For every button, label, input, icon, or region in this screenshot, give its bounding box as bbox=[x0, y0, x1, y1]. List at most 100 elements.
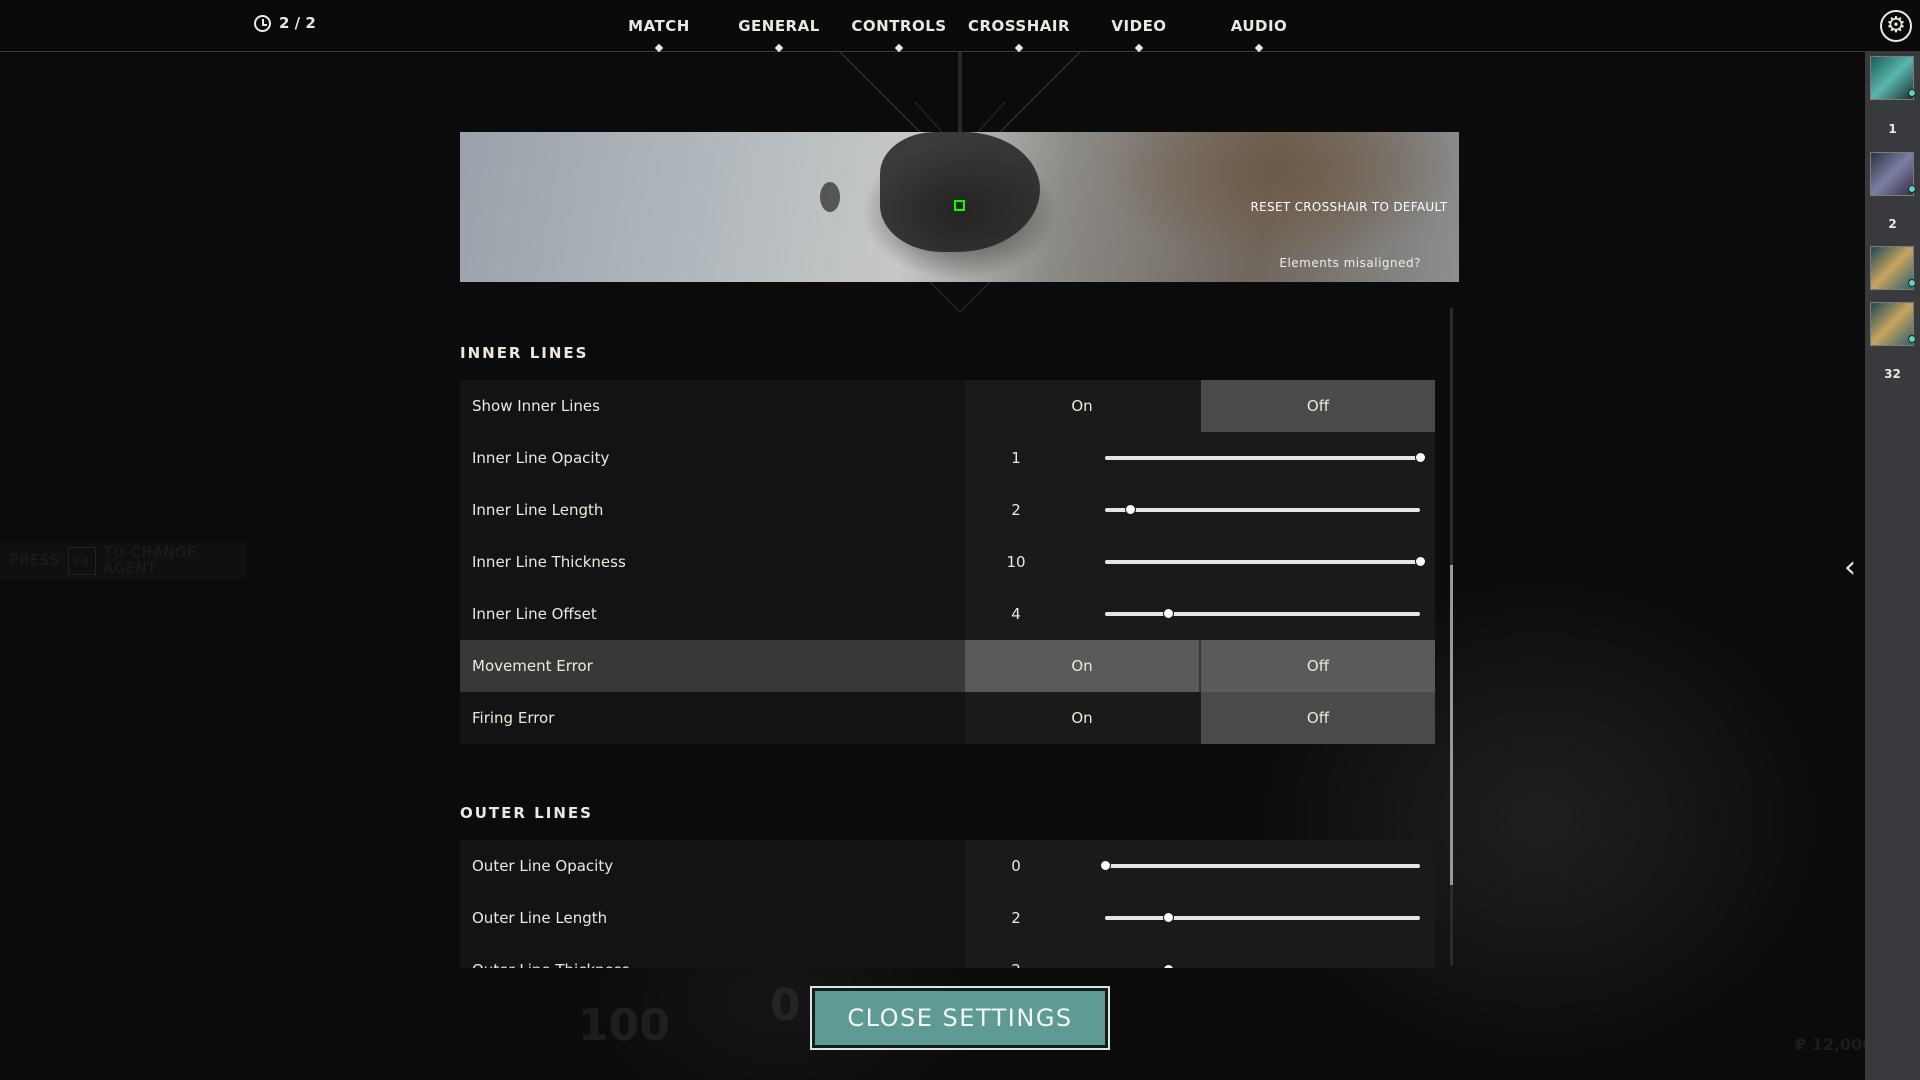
settings-list[interactable]: INNER LINES Show Inner Lines On Off Inne… bbox=[460, 312, 1435, 968]
avatar[interactable] bbox=[1870, 56, 1916, 100]
setting-label: Firing Error bbox=[472, 709, 555, 727]
tab-video[interactable]: VIDEO bbox=[1079, 0, 1199, 53]
diamond-icon bbox=[1254, 43, 1264, 53]
elements-misaligned-link[interactable]: Elements misaligned? bbox=[1279, 256, 1421, 270]
setting-label: Outer Line Length bbox=[472, 909, 608, 927]
setting-label: Outer Line Thickness bbox=[472, 944, 630, 968]
crosshair-preview: RESET CROSSHAIR TO DEFAULT Elements misa… bbox=[460, 132, 1459, 282]
setting-movement-error: Movement Error On Off bbox=[460, 640, 1435, 692]
chevron-left-icon[interactable]: ‹ bbox=[1844, 553, 1856, 583]
slider-group: 2 bbox=[965, 484, 1435, 536]
tab-label: CROSSHAIR bbox=[967, 17, 1071, 35]
slider-track[interactable] bbox=[1105, 504, 1420, 515]
online-status-icon bbox=[1908, 335, 1916, 343]
setting-label: Inner Line Offset bbox=[472, 605, 597, 623]
avatar[interactable] bbox=[1870, 302, 1916, 346]
avatar[interactable] bbox=[1870, 152, 1916, 196]
diamond-icon bbox=[894, 43, 904, 53]
toggle-on-button[interactable]: On bbox=[965, 380, 1199, 432]
social-sidebar bbox=[1865, 52, 1920, 1080]
clock-icon bbox=[254, 14, 271, 32]
preview-rock bbox=[880, 132, 1040, 252]
avatar-badge: 32 bbox=[1884, 367, 1901, 381]
tab-controls[interactable]: CONTROLS bbox=[839, 0, 959, 53]
tab-label: AUDIO bbox=[1230, 17, 1288, 35]
slider-group: 1 bbox=[965, 432, 1435, 484]
avatar-badge: 2 bbox=[1888, 217, 1897, 231]
preview-rock bbox=[820, 182, 840, 212]
hint-key: F4 bbox=[67, 547, 96, 575]
slider-thumb[interactable] bbox=[1415, 452, 1426, 463]
diamond-icon bbox=[1014, 43, 1024, 53]
setting-inner-line-offset: Inner Line Offset 4 bbox=[460, 588, 1435, 640]
slider-thumb[interactable] bbox=[1415, 556, 1426, 567]
toggle-on-button[interactable]: On bbox=[965, 640, 1199, 692]
slider-value[interactable]: 4 bbox=[965, 588, 1067, 640]
setting-inner-line-thickness: Inner Line Thickness 10 bbox=[460, 536, 1435, 588]
slider-value[interactable]: 10 bbox=[965, 536, 1067, 588]
hint-prefix: PRESS bbox=[10, 553, 60, 569]
setting-label: Show Inner Lines bbox=[472, 397, 600, 415]
scrollbar-thumb[interactable] bbox=[1450, 565, 1453, 885]
setting-label: Inner Line Length bbox=[472, 501, 604, 519]
setting-inner-line-length: Inner Line Length 2 bbox=[460, 484, 1435, 536]
slider-value[interactable]: 1 bbox=[965, 432, 1067, 484]
online-status-icon bbox=[1908, 279, 1916, 287]
slider-group: 2 bbox=[965, 944, 1435, 968]
tab-label: GENERAL bbox=[738, 17, 820, 35]
setting-label: Inner Line Thickness bbox=[472, 553, 626, 571]
slider-track[interactable] bbox=[1105, 608, 1420, 619]
tab-general[interactable]: GENERAL bbox=[719, 0, 839, 53]
reset-crosshair-button[interactable]: RESET CROSSHAIR TO DEFAULT bbox=[1239, 190, 1459, 224]
tab-audio[interactable]: AUDIO bbox=[1199, 0, 1319, 53]
tab-crosshair[interactable]: CROSSHAIR bbox=[959, 0, 1079, 53]
slider-thumb[interactable] bbox=[1125, 504, 1137, 515]
diamond-icon bbox=[654, 43, 664, 53]
hud-health: 100 bbox=[578, 1000, 670, 1051]
toggle-off-button[interactable]: Off bbox=[1201, 380, 1435, 432]
hint-suffix: TO CHANGE AGENT bbox=[103, 545, 197, 577]
round-counter: 2 / 2 bbox=[254, 14, 316, 32]
setting-outer-line-thickness: Outer Line Thickness 2 bbox=[460, 944, 1435, 968]
gear-icon[interactable]: ⚙ bbox=[1880, 10, 1912, 42]
online-status-icon bbox=[1908, 89, 1916, 97]
toggle-on-button[interactable]: On bbox=[965, 692, 1199, 744]
slider-group: 0 bbox=[965, 840, 1435, 892]
close-settings-button[interactable]: CLOSE SETTINGS bbox=[810, 986, 1110, 1050]
setting-inner-line-opacity: Inner Line Opacity 1 bbox=[460, 432, 1435, 484]
toggle-group: On Off bbox=[965, 692, 1435, 744]
round-counter-text: 2 / 2 bbox=[279, 14, 316, 32]
slider-value[interactable]: 2 bbox=[965, 484, 1067, 536]
slider-thumb[interactable] bbox=[1163, 912, 1174, 923]
slider-track[interactable] bbox=[1105, 556, 1426, 567]
setting-firing-error: Firing Error On Off bbox=[460, 692, 1435, 744]
crosshair-preview-dot bbox=[954, 200, 965, 211]
toggle-group: On Off bbox=[965, 380, 1435, 432]
slider-group: 10 bbox=[965, 536, 1435, 588]
slider-thumb[interactable] bbox=[1163, 964, 1174, 968]
setting-label: Outer Line Opacity bbox=[472, 857, 614, 875]
toggle-off-button[interactable]: Off bbox=[1201, 640, 1435, 692]
slider-track[interactable] bbox=[1105, 912, 1420, 923]
top-nav-bar: 2 / 2 MATCH GENERAL CONTROLS CROSSHAIR V… bbox=[0, 0, 1920, 53]
setting-outer-line-opacity: Outer Line Opacity 0 bbox=[460, 840, 1435, 892]
slider-value[interactable]: 0 bbox=[965, 840, 1067, 892]
setting-outer-line-length: Outer Line Length 2 bbox=[460, 892, 1435, 944]
slider-thumb[interactable] bbox=[1163, 608, 1174, 619]
change-agent-hint: PRESS F4 TO CHANGE AGENT bbox=[0, 543, 245, 579]
diamond-icon bbox=[774, 43, 784, 53]
tab-match[interactable]: MATCH bbox=[599, 0, 719, 53]
toggle-off-button[interactable]: Off bbox=[1201, 692, 1435, 744]
slider-group: 2 bbox=[965, 892, 1435, 944]
avatar[interactable] bbox=[1870, 246, 1916, 290]
slider-thumb[interactable] bbox=[1100, 860, 1111, 871]
slider-track[interactable] bbox=[1100, 860, 1420, 871]
slider-value[interactable]: 2 bbox=[965, 944, 1067, 968]
slider-track[interactable] bbox=[1105, 452, 1426, 463]
hud-credits: ₽ 12,000 bbox=[1795, 1035, 1874, 1054]
slider-value[interactable]: 2 bbox=[965, 892, 1067, 944]
tab-label: MATCH bbox=[628, 17, 690, 35]
setting-label: Inner Line Opacity bbox=[472, 449, 610, 467]
toggle-group: On Off bbox=[965, 640, 1435, 692]
section-title-outer-lines: OUTER LINES bbox=[460, 804, 593, 822]
